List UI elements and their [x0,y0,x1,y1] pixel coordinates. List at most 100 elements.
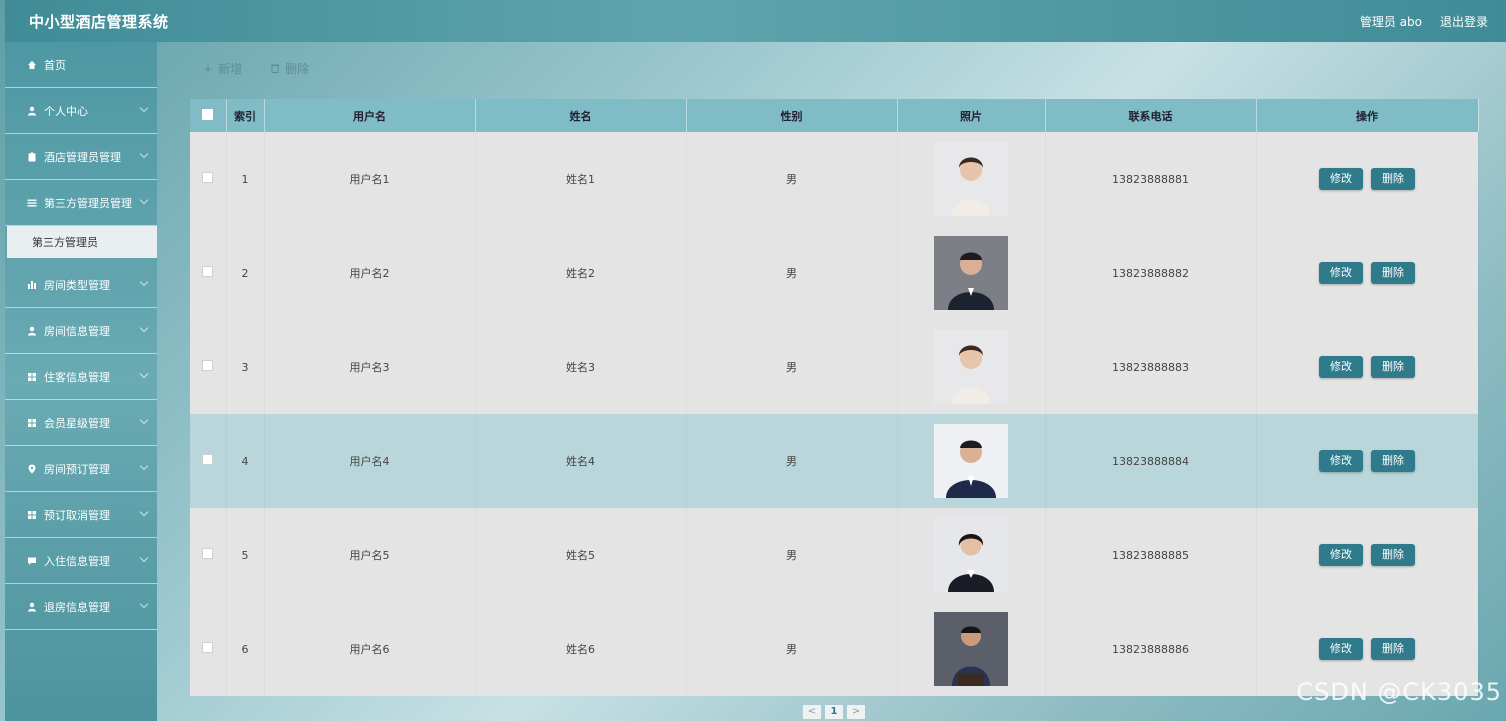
logout-link[interactable]: 退出登录 [1440,13,1488,30]
sidebar-item-label: 会员星级管理 [44,416,110,430]
home-icon [27,60,37,70]
row-checkbox[interactable] [202,454,214,465]
sidebar: 首页 个人中心 酒店管理员管理 第三方管理员管理 第三方管理员 房间类型管理 房… [5,42,157,721]
female-portrait-photo [934,142,1008,216]
pagination: < 1 > [803,705,865,719]
row-checkbox[interactable] [202,642,214,653]
chevron-down-icon [139,195,149,205]
sidebar-item-label: 住客信息管理 [44,370,110,384]
cell-name: 姓名3 [475,320,686,414]
current-user[interactable]: 管理员 abo [1360,13,1422,30]
prev-page-button[interactable]: < [803,705,821,719]
sidebar-item-label: 个人中心 [44,104,88,118]
sidebar-item-label: 房间预订管理 [44,462,110,476]
cell-actions: 修改 删除 [1256,132,1478,226]
app-title: 中小型酒店管理系统 [29,12,169,31]
cell-index: 1 [226,132,264,226]
delete-button[interactable]: 删除 [270,60,309,77]
cell-phone: 13823888883 [1045,320,1256,414]
chevron-down-icon [139,553,149,563]
current-page[interactable]: 1 [825,705,843,719]
cell-phone: 13823888881 [1045,132,1256,226]
sidebar-item-room-info[interactable]: 房间信息管理 [5,308,157,354]
cell-username: 用户名6 [264,602,475,696]
row-checkbox[interactable] [202,548,214,559]
table-row: 6 用户名6 姓名6 男 13823888886 修改 删除 [190,602,1478,696]
delete-button-label: 删除 [285,62,310,76]
sidebar-item-checkout-info[interactable]: 退房信息管理 [5,584,157,630]
cell-name: 姓名5 [475,508,686,602]
edit-button[interactable]: 修改 [1319,168,1363,190]
cell-gender: 男 [686,602,897,696]
user-icon [27,326,37,336]
table-row: 2 用户名2 姓名2 男 13823888882 修改 删除 [190,226,1478,320]
edit-button[interactable]: 修改 [1319,638,1363,660]
sidebar-item-label: 预订取消管理 [44,508,110,522]
cell-name: 姓名6 [475,602,686,696]
comment-icon [27,556,37,566]
cell-gender: 男 [686,132,897,226]
cell-photo [897,414,1045,508]
chevron-down-icon [139,277,149,287]
cell-name: 姓名4 [475,414,686,508]
sidebar-item-home[interactable]: 首页 [5,42,157,88]
delete-row-button[interactable]: 删除 [1371,168,1415,190]
sidebar-item-member-level[interactable]: 会员星级管理 [5,400,157,446]
sidebar-item-room-booking[interactable]: 房间预订管理 [5,446,157,492]
sidebar-item-personal-center[interactable]: 个人中心 [5,88,157,134]
cell-name: 姓名1 [475,132,686,226]
sidebar-item-room-type[interactable]: 房间类型管理 [5,262,157,308]
row-checkbox-cell[interactable] [190,414,226,508]
select-all-checkbox[interactable] [202,108,214,120]
male-portrait-photo [934,612,1008,686]
edit-button[interactable]: 修改 [1319,262,1363,284]
delete-row-button[interactable]: 删除 [1371,262,1415,284]
cell-actions: 修改 删除 [1256,320,1478,414]
cell-phone: 13823888882 [1045,226,1256,320]
chevron-down-icon [139,103,149,113]
table-header: 索引 用户名 姓名 性别 照片 联系电话 操作 [190,99,1479,132]
delete-row-button[interactable]: 删除 [1371,544,1415,566]
row-checkbox-cell[interactable] [190,320,226,414]
row-checkbox-cell[interactable] [190,602,226,696]
add-button[interactable]: + 新增 [203,60,242,77]
clipboard-icon [27,152,37,162]
add-button-label: 新增 [218,62,243,76]
row-checkbox-cell[interactable] [190,508,226,602]
bar-chart-icon [27,280,37,290]
sidebar-item-checkin-info[interactable]: 入住信息管理 [5,538,157,584]
sidebar-item-guest-info[interactable]: 住客信息管理 [5,354,157,400]
sidebar-item-label: 入住信息管理 [44,554,110,568]
row-checkbox[interactable] [202,360,214,371]
sidebar-item-hotel-admin[interactable]: 酒店管理员管理 [5,134,157,180]
chevron-down-icon [139,323,149,333]
plus-icon: + [203,61,214,76]
cell-index: 5 [226,508,264,602]
next-page-button[interactable]: > [847,705,865,719]
row-checkbox[interactable] [202,266,214,277]
column-header: 姓名 [475,99,687,132]
row-checkbox-cell[interactable] [190,226,226,320]
edit-button[interactable]: 修改 [1319,544,1363,566]
delete-row-button[interactable]: 删除 [1371,450,1415,472]
sidebar-subitem-third-party-admin[interactable]: 第三方管理员 [7,226,157,258]
row-checkbox-cell[interactable] [190,132,226,226]
chevron-down-icon [139,369,149,379]
sidebar-item-third-party-admin[interactable]: 第三方管理员管理 [5,180,157,226]
cell-index: 4 [226,414,264,508]
edit-button[interactable]: 修改 [1319,356,1363,378]
delete-row-button[interactable]: 删除 [1371,638,1415,660]
user-icon [27,602,37,612]
grid-icon [27,418,37,428]
chevron-down-icon [139,507,149,517]
female-portrait-photo [934,330,1008,404]
cell-photo [897,132,1045,226]
delete-row-button[interactable]: 删除 [1371,356,1415,378]
grid-icon [27,372,37,382]
edit-button[interactable]: 修改 [1319,450,1363,472]
cell-username: 用户名3 [264,320,475,414]
select-all-checkbox-cell[interactable] [190,99,227,132]
row-checkbox[interactable] [202,172,214,183]
sidebar-item-booking-cancel[interactable]: 预订取消管理 [5,492,157,538]
table-row: 4 用户名4 姓名4 男 13823888884 修改 删除 [190,414,1478,508]
